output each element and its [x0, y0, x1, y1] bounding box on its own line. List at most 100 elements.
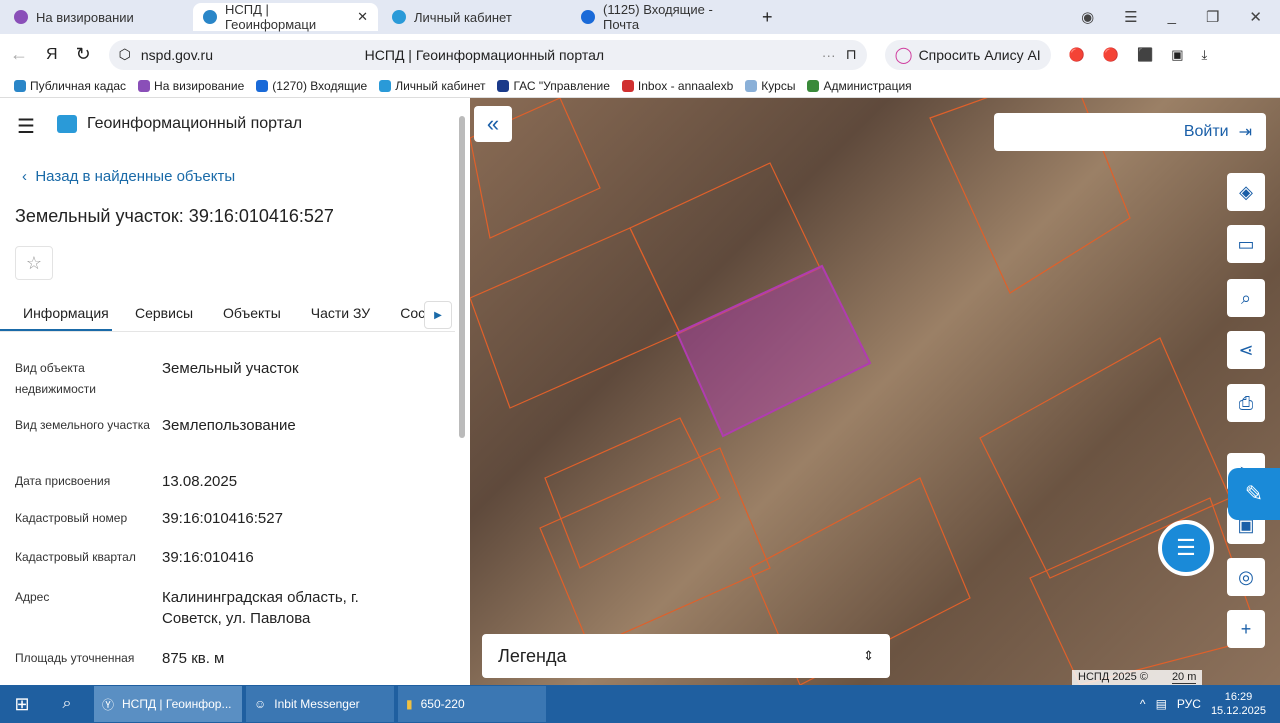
- field-row: Кадастровый номер 39:16:010416:527: [15, 508, 455, 529]
- field-label: Вид земельного участка: [15, 418, 150, 432]
- location-icon: ◎: [1238, 566, 1254, 587]
- field-value: Калининградская область, г. Советск, ул.…: [162, 589, 359, 627]
- bookmark-0[interactable]: Публичная кадас: [14, 79, 126, 93]
- field-label: Площадь уточненная: [15, 651, 135, 665]
- tray-chevron-icon[interactable]: ^: [1140, 697, 1146, 711]
- bookmark-icon[interactable]: ⊓: [846, 46, 857, 63]
- windows-start-icon[interactable]: ⊞: [0, 694, 44, 715]
- yandex-icon[interactable]: Я: [46, 46, 58, 64]
- menu-icon[interactable]: ☰: [1124, 8, 1137, 26]
- hamburger-menu-icon[interactable]: ☰: [17, 114, 35, 139]
- tab-0[interactable]: На визировании: [4, 3, 189, 31]
- taskbar-item-messenger[interactable]: ☺ Inbit Messenger: [246, 686, 394, 722]
- field-label: Адрес: [15, 590, 50, 604]
- close-window-icon[interactable]: ✕: [1249, 8, 1262, 26]
- tabs-scroll-right-button[interactable]: ▶: [424, 301, 452, 329]
- collapse-panel-button[interactable]: «: [474, 106, 512, 142]
- info-tabs: Информация Сервисы Объекты Части ЗУ Сост: [0, 296, 455, 332]
- minimize-icon[interactable]: _: [1168, 8, 1176, 26]
- geolocation-button[interactable]: ◎: [1227, 558, 1265, 596]
- tab-label: Личный кабинет: [414, 9, 512, 25]
- zoom-in-button[interactable]: +: [1227, 610, 1265, 648]
- chevron-left-icon: ‹: [22, 168, 27, 185]
- bookmark-4[interactable]: ГАС "Управление: [497, 79, 610, 93]
- date: 15.12.2025: [1210, 705, 1266, 717]
- map-attribution: НСПД 2025 © 20 m: [1072, 670, 1203, 685]
- bookmark-5[interactable]: Inbox - annaalexb: [621, 79, 733, 93]
- map-layer: [470, 98, 1261, 685]
- field-value: 13.08.2025: [162, 473, 238, 490]
- info-panel: ☰ Геоинформационный портал ‹ Назад в най…: [0, 98, 470, 685]
- alice-icon: ◯: [894, 46, 913, 64]
- tab-objects[interactable]: Объекты: [193, 296, 281, 331]
- bookmark-7[interactable]: Администрация: [807, 79, 912, 93]
- bookmark-1[interactable]: На визирование: [138, 79, 244, 93]
- app-title: Геоинформационный портал: [87, 115, 303, 132]
- bookmark-6[interactable]: Курсы: [745, 79, 795, 93]
- field-value: 39:16:010416: [162, 549, 254, 566]
- language-indicator[interactable]: РУС: [1177, 697, 1201, 711]
- search-icon[interactable]: ⌕: [44, 695, 90, 713]
- parcel-boundaries: [470, 98, 1261, 685]
- share-button[interactable]: ⋖: [1227, 331, 1265, 369]
- feedback-widget-button[interactable]: ✎: [1228, 468, 1280, 520]
- tab-1[interactable]: НСПД | Геоинформаци ✕: [193, 2, 378, 32]
- back-label: Назад в найденные объекты: [35, 168, 236, 185]
- field-label: Кадастровый номер: [15, 511, 128, 525]
- extension-icon[interactable]: 🔴: [1069, 47, 1085, 63]
- more-icon[interactable]: ···: [822, 47, 836, 63]
- close-icon[interactable]: ✕: [357, 9, 368, 25]
- chat-button[interactable]: ☰: [1158, 520, 1214, 576]
- field-value: 875 кв. м: [162, 650, 225, 667]
- back-to-results-link[interactable]: ‹ Назад в найденные объекты: [22, 168, 235, 185]
- alice-button[interactable]: ◯ Спросить Алису AI: [884, 39, 1051, 70]
- legend-dropdown[interactable]: Легенда ⇕: [482, 634, 890, 678]
- tab-parts[interactable]: Части ЗУ: [281, 296, 370, 331]
- tab-favicon-icon: [581, 10, 595, 24]
- new-tab-icon[interactable]: +: [762, 7, 773, 28]
- profile-icon[interactable]: ◉: [1081, 8, 1094, 26]
- scale-bar: 20 m: [1171, 671, 1197, 684]
- tab-services[interactable]: Сервисы: [112, 296, 193, 331]
- taskbar-label: 650-220: [420, 697, 465, 711]
- page-title: Земельный участок: 39:16:010416:527: [15, 206, 334, 226]
- extension-icon[interactable]: ⬛: [1137, 47, 1153, 63]
- tab-label: На визировании: [36, 9, 134, 25]
- bookmark-3[interactable]: Личный кабинет: [379, 79, 485, 93]
- tab-info[interactable]: Информация: [0, 296, 112, 331]
- map-view[interactable]: « Войти⇥ ◈ ▭ ⌕ ⋖ ⎙ ➤ ▣ ◎ + ✎ ☰ Легенда⇕ …: [470, 98, 1280, 685]
- restore-icon[interactable]: ❐: [1206, 8, 1219, 26]
- tab-2[interactable]: Личный кабинет: [382, 3, 567, 31]
- login-icon: ⇥: [1238, 124, 1252, 141]
- back-icon[interactable]: ←: [10, 44, 28, 65]
- chat-icon: ☰: [1176, 535, 1196, 560]
- plus-icon: +: [1240, 618, 1252, 639]
- taskbar-item-folder[interactable]: ▮ 650-220: [398, 686, 546, 722]
- selected-parcel[interactable]: [675, 264, 872, 438]
- print-button[interactable]: ⎙: [1227, 384, 1265, 422]
- url-text: nspd.gov.ru: [140, 46, 214, 63]
- extension-icon[interactable]: 🔴: [1103, 47, 1119, 63]
- tab-3[interactable]: (1125) Входящие - Почта: [571, 2, 756, 32]
- search-area-button[interactable]: ⌕: [1227, 279, 1265, 317]
- tab-favicon-icon: [392, 10, 406, 24]
- download-icon[interactable]: ⤓: [1202, 47, 1208, 63]
- url-field[interactable]: ⬡ nspd.gov.ru НСПД | Геоинформационный п…: [108, 39, 867, 70]
- bookmark-2[interactable]: (1270) Входящие: [256, 79, 367, 93]
- network-icon[interactable]: ▤: [1156, 697, 1167, 711]
- field-row: Адрес Калининградская область, г. Советск…: [15, 587, 455, 629]
- reload-icon[interactable]: ↻: [76, 44, 91, 65]
- favorite-star-button[interactable]: ☆: [15, 246, 53, 280]
- address-bar: ← Я ↻ ⬡ nspd.gov.ru НСПД | Геоинформацио…: [0, 34, 1280, 75]
- layers-button[interactable]: ◈: [1227, 173, 1265, 211]
- taskbar-item-browser[interactable]: Ⓨ НСПД | Геоинфор...: [94, 686, 242, 722]
- extension-icon[interactable]: ▣: [1171, 47, 1183, 63]
- tab-state[interactable]: Сост: [370, 296, 431, 331]
- panel-scrollbar[interactable]: [459, 116, 465, 438]
- clock[interactable]: 16:29 15.12.2025: [1211, 690, 1266, 718]
- search-area-icon: ⌕: [1240, 287, 1252, 308]
- ruler-button[interactable]: ▭: [1227, 225, 1265, 263]
- field-label: Кадастровый квартал: [15, 550, 136, 564]
- login-button[interactable]: Войти ⇥: [994, 113, 1266, 151]
- field-row: Вид объекта недвижимости Земельный участо…: [15, 358, 455, 400]
